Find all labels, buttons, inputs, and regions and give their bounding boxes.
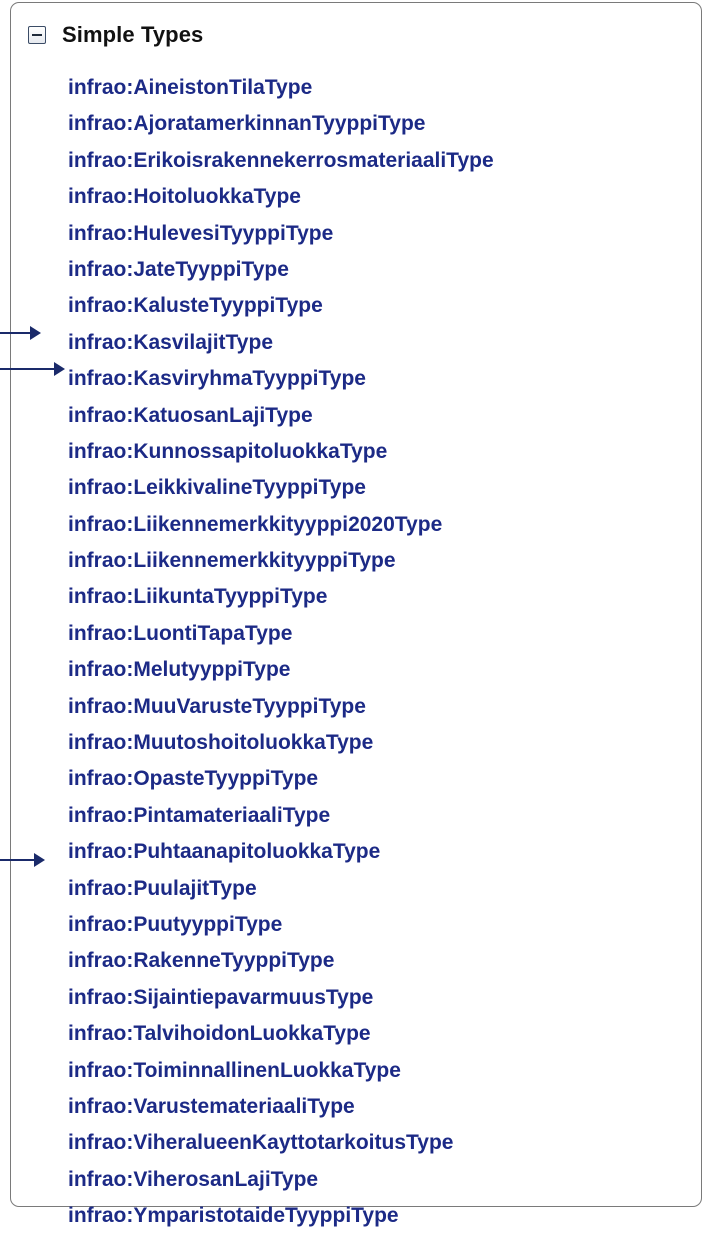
type-link[interactable]: infrao:OpasteTyyppiType	[68, 767, 318, 790]
pointer-arrow-kasviryhma	[0, 362, 65, 376]
type-list-item: infrao:HulevesiTyyppiType	[68, 216, 494, 252]
type-link[interactable]: infrao:LiikennemerkkityyppiType	[68, 549, 396, 572]
type-list-item: infrao:SijaintiepavarmuusType	[68, 980, 494, 1016]
type-link[interactable]: infrao:Liikennemerkkityyppi2020Type	[68, 513, 442, 536]
type-list-item: infrao:PuulajitType	[68, 871, 494, 907]
type-link[interactable]: infrao:TalvihoidonLuokkaType	[68, 1022, 371, 1045]
type-list-item: infrao:LuontiTapaType	[68, 616, 494, 652]
type-link[interactable]: infrao:AineistonTilaType	[68, 76, 312, 99]
type-list-item: infrao:JateTyyppiType	[68, 252, 494, 288]
type-link[interactable]: infrao:SijaintiepavarmuusType	[68, 986, 373, 1009]
type-list-item: infrao:MelutyyppiType	[68, 652, 494, 688]
type-link[interactable]: infrao:YmparistotaideTyyppiType	[68, 1204, 399, 1227]
type-link[interactable]: infrao:KunnossapitoluokkaType	[68, 440, 387, 463]
type-list-item: infrao:PuutyyppiType	[68, 907, 494, 943]
type-link[interactable]: infrao:KalusteTyyppiType	[68, 294, 323, 317]
type-list-item: infrao:LeikkivalineTyyppiType	[68, 470, 494, 506]
type-link[interactable]: infrao:HulevesiTyyppiType	[68, 222, 333, 245]
type-list-item: infrao:YmparistotaideTyyppiType	[68, 1198, 494, 1234]
collapse-toggle-minus-icon[interactable]	[28, 26, 46, 44]
pointer-arrow-puulajit	[0, 853, 45, 867]
type-list-item: infrao:LiikuntaTyyppiType	[68, 579, 494, 615]
type-link[interactable]: infrao:AjoratamerkinnanTyyppiType	[68, 112, 425, 135]
type-list-item: infrao:KasvilajitType	[68, 325, 494, 361]
type-link[interactable]: infrao:ViherosanLajiType	[68, 1168, 318, 1191]
type-link[interactable]: infrao:HoitoluokkaType	[68, 185, 301, 208]
type-link[interactable]: infrao:PintamateriaaliType	[68, 804, 330, 827]
type-link[interactable]: infrao:LiikuntaTyyppiType	[68, 585, 327, 608]
type-list-item: infrao:KalusteTyyppiType	[68, 288, 494, 324]
pointer-arrow-kasvilajit	[0, 326, 41, 340]
type-list-item: infrao:KasviryhmaTyyppiType	[68, 361, 494, 397]
type-link[interactable]: infrao:ToiminnallinenLuokkaType	[68, 1059, 401, 1082]
type-link[interactable]: infrao:PuhtaanapitoluokkaType	[68, 840, 380, 863]
type-link[interactable]: infrao:VarustemateriaaliType	[68, 1095, 355, 1118]
type-link[interactable]: infrao:MuuVarusteTyyppiType	[68, 695, 366, 718]
type-link[interactable]: infrao:KasviryhmaTyyppiType	[68, 367, 366, 390]
simple-types-list: infrao:AineistonTilaType infrao:Ajoratame…	[68, 70, 494, 1235]
type-list-item: infrao:ErikoisrakennekerrosmateriaaliTyp…	[68, 143, 494, 179]
type-link[interactable]: infrao:ErikoisrakennekerrosmateriaaliTyp…	[68, 149, 494, 172]
type-list-item: infrao:ViherosanLajiType	[68, 1162, 494, 1198]
section-title: Simple Types	[62, 22, 204, 47]
type-list-item: infrao:OpasteTyyppiType	[68, 761, 494, 797]
type-link[interactable]: infrao:LuontiTapaType	[68, 622, 292, 645]
type-list-item: infrao:VarustemateriaaliType	[68, 1089, 494, 1125]
type-list-item: infrao:LiikennemerkkityyppiType	[68, 543, 494, 579]
type-link[interactable]: infrao:ViheralueenKayttotarkoitusType	[68, 1131, 453, 1154]
type-link[interactable]: infrao:JateTyyppiType	[68, 258, 289, 281]
type-list-item: infrao:MuutoshoitoluokkaType	[68, 725, 494, 761]
type-list-item: infrao:KunnossapitoluokkaType	[68, 434, 494, 470]
type-list-item: infrao:HoitoluokkaType	[68, 179, 494, 215]
type-list-item: infrao:MuuVarusteTyyppiType	[68, 689, 494, 725]
type-list-item: infrao:PuhtaanapitoluokkaType	[68, 834, 494, 870]
type-link[interactable]: infrao:MelutyyppiType	[68, 658, 290, 681]
type-link[interactable]: infrao:LeikkivalineTyyppiType	[68, 476, 366, 499]
type-list-item: infrao:ViheralueenKayttotarkoitusType	[68, 1125, 494, 1161]
type-list-item: infrao:KatuosanLajiType	[68, 398, 494, 434]
type-link[interactable]: infrao:KasvilajitType	[68, 331, 273, 354]
type-list-item: infrao:RakenneTyyppiType	[68, 943, 494, 979]
type-list-item: infrao:AineistonTilaType	[68, 70, 494, 106]
type-link[interactable]: infrao:PuulajitType	[68, 877, 257, 900]
type-list-item: infrao:ToiminnallinenLuokkaType	[68, 1053, 494, 1089]
type-link[interactable]: infrao:KatuosanLajiType	[68, 404, 313, 427]
type-link[interactable]: infrao:PuutyyppiType	[68, 913, 282, 936]
section-header: Simple Types	[28, 20, 203, 50]
type-list-item: infrao:Liikennemerkkityyppi2020Type	[68, 507, 494, 543]
type-list-item: infrao:TalvihoidonLuokkaType	[68, 1016, 494, 1052]
type-link[interactable]: infrao:MuutoshoitoluokkaType	[68, 731, 373, 754]
type-list-item: infrao:AjoratamerkinnanTyyppiType	[68, 106, 494, 142]
type-link[interactable]: infrao:RakenneTyyppiType	[68, 949, 334, 972]
type-list-item: infrao:PintamateriaaliType	[68, 798, 494, 834]
